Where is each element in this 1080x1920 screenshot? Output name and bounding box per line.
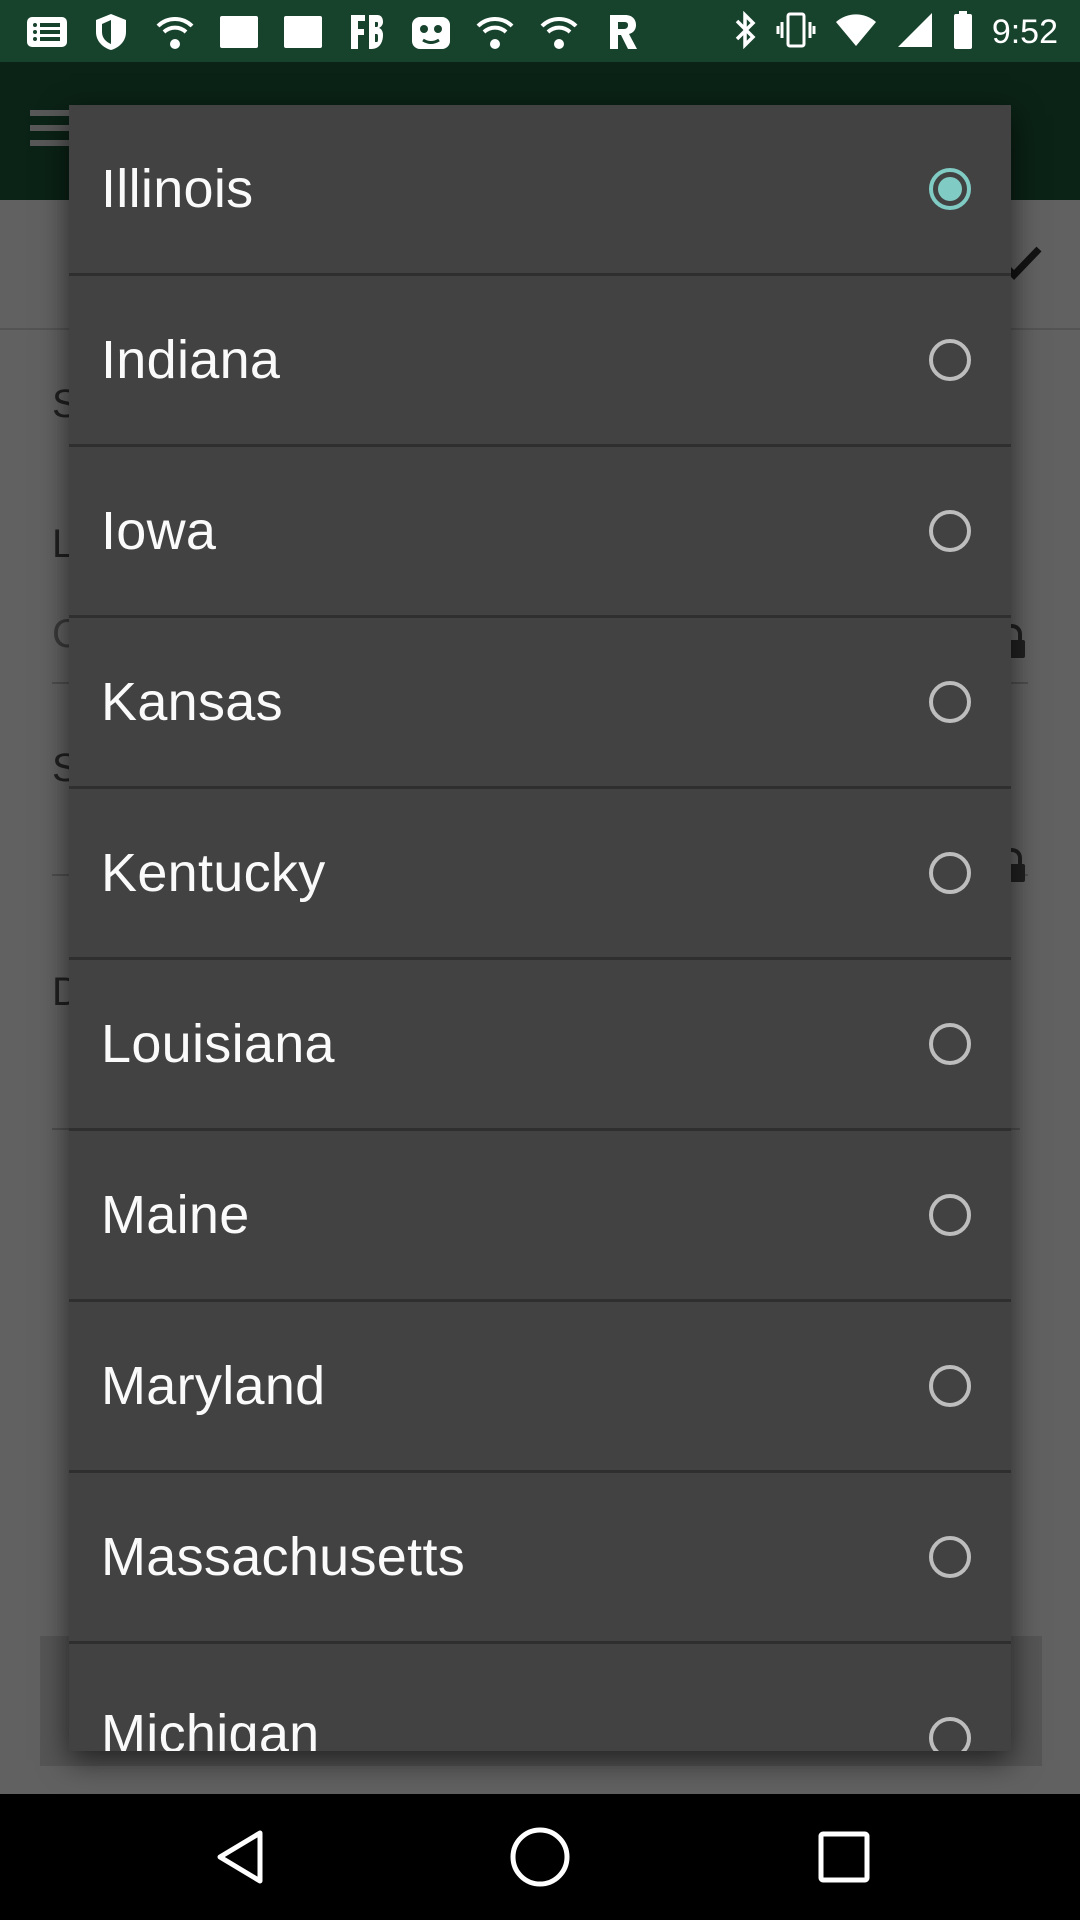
radio-unselected-icon[interactable] [929,510,971,552]
option-label: Iowa [101,501,217,561]
option-label: Indiana [101,330,281,390]
option-label: Maryland [101,1356,326,1416]
fb-icon [346,12,388,52]
option-label: Louisiana [101,1014,335,1074]
wifi-signal-icon [834,12,878,53]
option-indiana[interactable]: Indiana [69,276,1011,447]
wifi-icon [154,12,196,52]
wifi-icon [474,12,516,52]
option-maine[interactable]: Maine [69,1131,1011,1302]
radio-unselected-icon[interactable] [929,1365,971,1407]
option-louisiana[interactable]: Louisiana [69,960,1011,1131]
option-illinois[interactable]: Illinois [69,105,1011,276]
wifi-icon [538,12,580,52]
radio-unselected-icon[interactable] [929,339,971,381]
radio-unselected-icon[interactable] [929,1194,971,1236]
option-kansas[interactable]: Kansas [69,618,1011,789]
battery-icon [952,10,974,55]
radio-unselected-icon[interactable] [929,852,971,894]
radio-unselected-icon[interactable] [929,1717,971,1751]
option-massachusetts[interactable]: Massachusetts [69,1473,1011,1644]
home-icon[interactable] [508,1825,572,1889]
system-icons: 9:52 [734,10,1058,54]
status-bar: 9:52 [0,0,1080,62]
cell-signal-icon [896,11,934,54]
radio-unselected-icon[interactable] [929,1023,971,1065]
blank-card-icon [282,12,324,52]
blank-card-icon [218,12,260,52]
cat-face-icon [410,12,452,52]
notification-icons [26,12,644,52]
state-picker-dialog: Illinois Indiana Iowa Kansas Kentucky Lo… [69,105,1011,1751]
back-icon[interactable] [208,1825,272,1889]
option-maryland[interactable]: Maryland [69,1302,1011,1473]
option-michigan[interactable]: Michigan [69,1644,1011,1751]
option-label: Illinois [101,159,254,219]
r-app-icon [602,12,644,52]
radio-unselected-icon[interactable] [929,681,971,723]
option-kentucky[interactable]: Kentucky [69,789,1011,960]
bluetooth-icon [734,10,758,54]
radio-unselected-icon[interactable] [929,1536,971,1578]
option-label: Maine [101,1185,250,1245]
option-label: Kansas [101,672,283,732]
radio-selected-icon[interactable] [929,168,971,210]
navigation-bar [0,1794,1080,1920]
option-label: Michigan [101,1704,320,1751]
vibrate-icon [776,11,816,54]
clock: 9:52 [991,12,1058,51]
option-label: Kentucky [101,843,326,903]
option-label: Massachusetts [101,1527,466,1587]
option-iowa[interactable]: Iowa [69,447,1011,618]
shield-icon [90,12,132,52]
messages-icon [26,12,68,52]
recents-icon[interactable] [812,1825,876,1889]
